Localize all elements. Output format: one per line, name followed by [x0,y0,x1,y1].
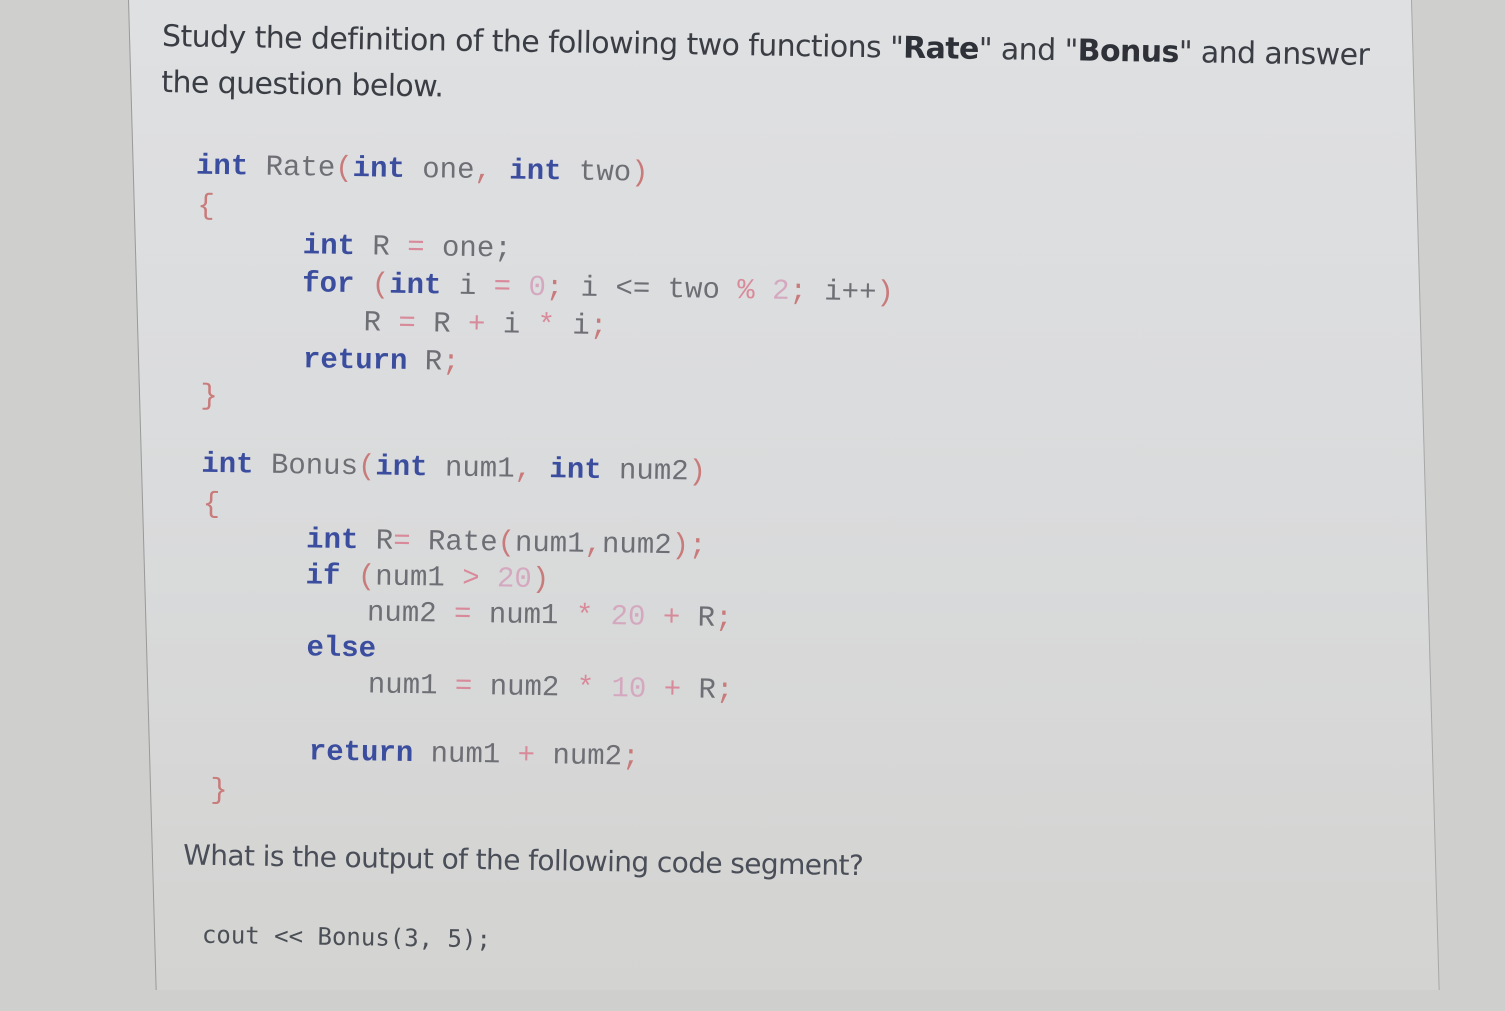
bonus-signature: int Bonus(int num1, int num2) [201,447,707,489]
rate-line-decl: int R = one; [302,229,512,266]
bonus-line-if: if (num1 > 20) [305,559,550,597]
bonus-line-then: num2 = num1 * 20 + R; [366,596,733,636]
bonus-close-brace: } [209,773,228,808]
bonus-open-brace: { [202,487,221,521]
rate-open-brace: { [197,189,216,223]
bonus-line-else: else [306,631,377,666]
rate-close-brace: } [200,379,219,413]
rate-signature: int Rate(int one, int two) [195,149,649,190]
question-text: What is the output of the following code… [182,838,864,883]
rate-line-body: R = R + i * i; [363,306,608,344]
rate-line-return: return R; [302,343,460,379]
bonus-line-decl: int R= Rate(num1,num2); [305,523,707,563]
rate-function-name: Rate [902,30,980,67]
bonus-function-name: Bonus [1077,33,1180,71]
bonus-line-else-body: num1 = num2 * 10 + R; [367,668,734,708]
question-content: Study the definition of the following tw… [0,0,1505,1011]
code-snippet: cout << Bonus(3, 5); [201,920,492,954]
intro-text: Study the definition of the following tw… [161,19,1370,105]
bonus-line-return: return num1 + num2; [308,735,640,774]
